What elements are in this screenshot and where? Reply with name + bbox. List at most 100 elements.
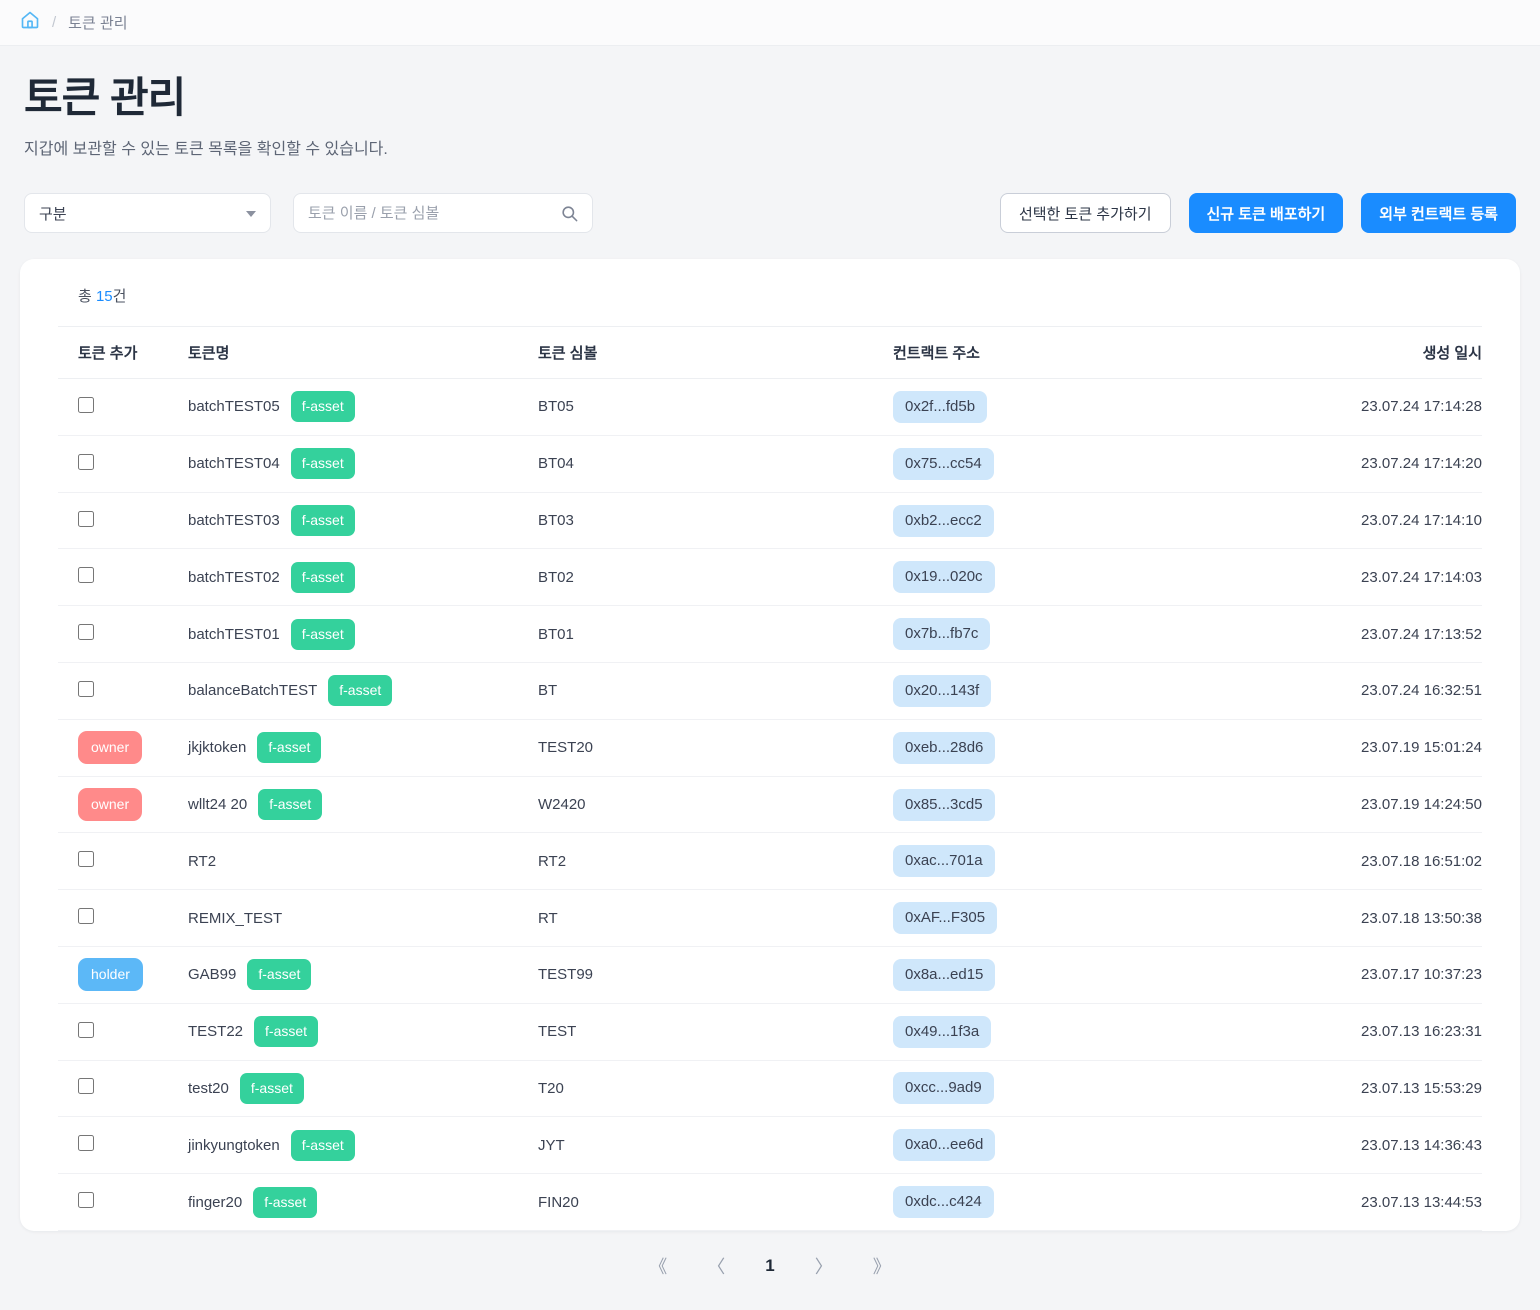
row-select-checkbox[interactable] bbox=[78, 908, 94, 925]
cell-token-symbol: BT02 bbox=[538, 548, 893, 607]
contract-address-chip[interactable]: 0x19...020c bbox=[893, 561, 995, 594]
cell-token-symbol: JYT bbox=[538, 1116, 893, 1175]
cell-token-symbol: T20 bbox=[538, 1060, 893, 1118]
pagination-page-1[interactable]: 1 bbox=[765, 1256, 774, 1276]
row-select-checkbox[interactable] bbox=[78, 851, 94, 868]
row-select-checkbox[interactable] bbox=[78, 510, 94, 527]
breadcrumb: / 토큰 관리 bbox=[0, 0, 1540, 46]
column-header-add: 토큰 추가 bbox=[58, 326, 188, 380]
cell-add bbox=[58, 548, 188, 607]
cell-token-name: batchTEST02 f-asset bbox=[188, 548, 538, 607]
contract-address-chip[interactable]: 0x7b...fb7c bbox=[893, 618, 991, 651]
cell-contract-address: 0x75...cc54 bbox=[893, 435, 1248, 493]
contract-address-chip[interactable]: 0xac...701a bbox=[893, 845, 995, 878]
breadcrumb-current[interactable]: 토큰 관리 bbox=[68, 12, 127, 33]
cell-add bbox=[58, 1003, 188, 1061]
contract-address-chip[interactable]: 0x49...1f3a bbox=[893, 1015, 992, 1048]
cell-token-name: RT2 bbox=[188, 832, 538, 891]
contract-address-chip[interactable]: 0xdc...c424 bbox=[893, 1186, 994, 1219]
f-asset-badge: f-asset bbox=[290, 448, 355, 480]
table-body: batchTEST05 f-asset BT05 0x2f...fd5b 23.07.2… bbox=[58, 378, 1482, 1231]
table-row: batchTEST02 f-asset BT02 0x19...020c 23.07.2… bbox=[58, 548, 1482, 607]
column-header-created: 생성 일시 bbox=[1248, 326, 1482, 380]
row-select-checkbox[interactable] bbox=[78, 680, 94, 697]
token-table-card: 총 15건 토큰 추가 토큰명 토큰 심볼 컨트랙트 주소 생성 일시 batc… bbox=[20, 259, 1520, 1277]
contract-address-chip[interactable]: 0x8a...ed15 bbox=[893, 958, 996, 991]
contract-address-chip[interactable]: 0x20...143f bbox=[893, 674, 992, 707]
f-asset-badge: f-asset bbox=[258, 789, 323, 820]
contract-address-chip[interactable]: 0xa0...ee6d bbox=[893, 1129, 996, 1162]
pagination: 《 〈 1 〉 》 bbox=[58, 1253, 1482, 1279]
row-select-checkbox[interactable] bbox=[78, 1135, 94, 1152]
contract-address-chip[interactable]: 0xeb...28d6 bbox=[893, 731, 996, 764]
row-select-checkbox[interactable] bbox=[78, 396, 94, 413]
add-selected-token-button[interactable]: 선택한 토큰 추가하기 bbox=[999, 193, 1171, 234]
contract-address-chip[interactable]: 0xcc...9ad9 bbox=[893, 1072, 994, 1105]
cell-token-symbol: BT04 bbox=[538, 435, 893, 493]
search-input[interactable] bbox=[308, 204, 543, 222]
row-select-checkbox[interactable] bbox=[78, 567, 94, 584]
token-name-text: test20 bbox=[188, 1079, 229, 1097]
filter-select[interactable]: 구분 bbox=[24, 193, 271, 234]
cell-token-name: GAB99 f-asset bbox=[188, 946, 538, 1004]
pagination-prev[interactable]: 〈 bbox=[707, 1253, 725, 1279]
cell-token-name: jinkyungtoken f-asset bbox=[188, 1116, 538, 1175]
contract-address-chip[interactable]: 0xb2...ecc2 bbox=[893, 504, 994, 537]
search-box[interactable] bbox=[293, 193, 593, 234]
token-name-text: GAB99 bbox=[188, 966, 237, 984]
cell-add bbox=[58, 378, 188, 436]
row-select-checkbox[interactable] bbox=[78, 624, 94, 641]
cell-contract-address: 0xa0...ee6d bbox=[893, 1116, 1248, 1175]
token-name-text: finger20 bbox=[188, 1193, 243, 1211]
contract-address-chip[interactable]: 0xAF...F305 bbox=[893, 902, 998, 935]
row-select-checkbox[interactable] bbox=[78, 1078, 94, 1095]
cell-add bbox=[58, 832, 188, 891]
cell-contract-address: 0x8a...ed15 bbox=[893, 946, 1248, 1004]
table-row: balanceBatchTEST f-asset BT 0x20...143f 23.0… bbox=[58, 662, 1482, 720]
table-row: REMIX_TEST RT 0xAF...F305 23.07.18 13:50:38 bbox=[58, 889, 1482, 947]
row-select-checkbox[interactable] bbox=[78, 1021, 94, 1038]
cell-add bbox=[58, 492, 188, 550]
deploy-new-token-button[interactable]: 신규 토큰 배포하기 bbox=[1188, 193, 1344, 234]
contract-address-chip[interactable]: 0x75...cc54 bbox=[893, 447, 994, 480]
cell-token-name: batchTEST03 f-asset bbox=[188, 492, 538, 550]
search-icon[interactable] bbox=[560, 204, 579, 228]
cell-contract-address: 0xac...701a bbox=[893, 832, 1248, 891]
pagination-first[interactable]: 《 bbox=[649, 1253, 667, 1279]
cell-created-at: 23.07.13 16:23:31 bbox=[1248, 1003, 1482, 1061]
cell-token-symbol: FIN20 bbox=[538, 1173, 893, 1231]
cell-add: owner bbox=[58, 719, 188, 777]
cell-add bbox=[58, 1116, 188, 1175]
cell-contract-address: 0xeb...28d6 bbox=[893, 719, 1248, 777]
cell-token-symbol: TEST bbox=[538, 1003, 893, 1061]
cell-contract-address: 0x20...143f bbox=[893, 662, 1248, 720]
pagination-last[interactable]: 》 bbox=[873, 1253, 891, 1279]
role-badge-owner: owner bbox=[78, 731, 143, 765]
cell-token-symbol: TEST99 bbox=[538, 946, 893, 1004]
cell-add bbox=[58, 1060, 188, 1118]
f-asset-badge: f-asset bbox=[239, 1072, 304, 1104]
row-select-checkbox[interactable] bbox=[78, 453, 94, 470]
cell-contract-address: 0xdc...c424 bbox=[893, 1173, 1248, 1231]
cell-add: holder bbox=[58, 946, 188, 1004]
table-row: jinkyungtoken f-asset JYT 0xa0...ee6d 23.07.… bbox=[58, 1116, 1482, 1175]
cell-created-at: 23.07.19 14:24:50 bbox=[1248, 776, 1482, 834]
contract-address-chip[interactable]: 0x85...3cd5 bbox=[893, 788, 995, 821]
cell-created-at: 23.07.19 15:01:24 bbox=[1248, 719, 1482, 777]
home-icon[interactable] bbox=[20, 10, 40, 35]
token-name-text: batchTEST02 bbox=[188, 568, 280, 586]
page-subtitle: 지갑에 보관할 수 있는 토큰 목록을 확인할 수 있습니다. bbox=[24, 141, 388, 159]
table-row: batchTEST05 f-asset BT05 0x2f...fd5b 23.07.2… bbox=[58, 378, 1482, 436]
cell-add bbox=[58, 662, 188, 720]
cell-contract-address: 0xb2...ecc2 bbox=[893, 492, 1248, 550]
row-select-checkbox[interactable] bbox=[78, 1192, 94, 1209]
cell-created-at: 23.07.13 15:53:29 bbox=[1248, 1060, 1482, 1118]
table-row: test20 f-asset T20 0xcc...9ad9 23.07.13 15:5… bbox=[58, 1060, 1482, 1118]
register-external-contract-button[interactable]: 외부 컨트랙트 등록 bbox=[1361, 193, 1516, 234]
pagination-next[interactable]: 〉 bbox=[815, 1253, 833, 1279]
cell-token-name: batchTEST04 f-asset bbox=[188, 435, 538, 493]
cell-created-at: 23.07.24 17:14:28 bbox=[1248, 378, 1482, 436]
table-row: TEST22 f-asset TEST 0x49...1f3a 23.07.13 16:… bbox=[58, 1003, 1482, 1061]
cell-created-at: 23.07.24 16:32:51 bbox=[1248, 662, 1482, 720]
contract-address-chip[interactable]: 0x2f...fd5b bbox=[893, 390, 988, 423]
